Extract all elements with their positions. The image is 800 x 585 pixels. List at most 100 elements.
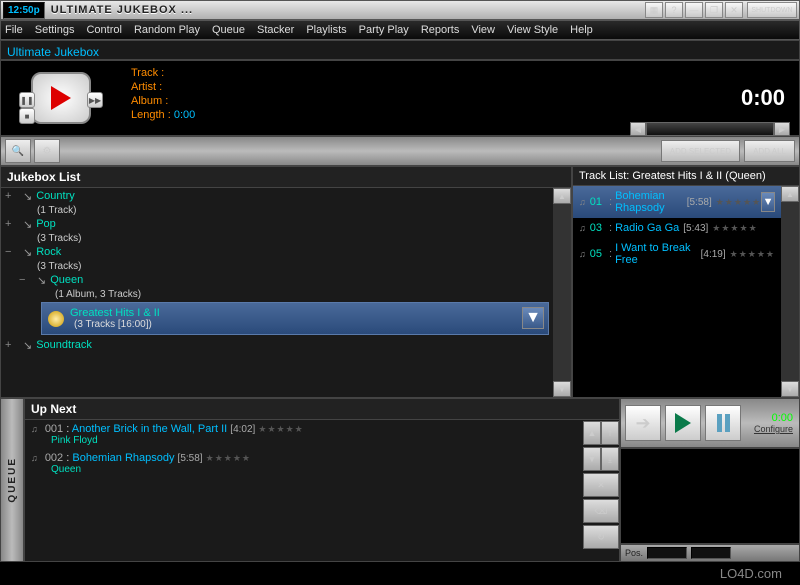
list-item[interactable]: −↘ Queen — [1, 272, 571, 289]
rating-stars[interactable]: ★★★★★ — [730, 249, 775, 260]
queue-title: Another Brick in the Wall, Part II — [72, 423, 227, 435]
queue-artist: Pink Floyd — [51, 435, 573, 446]
arrow-icon: ↘ — [23, 339, 32, 352]
album-name: Greatest Hits I & II — [70, 307, 160, 319]
queue-row[interactable]: ♫ 001 : Another Brick in the Wall, Part … — [25, 420, 579, 449]
seek-back-icon[interactable]: ◀ — [630, 122, 646, 136]
expand-icon[interactable]: + — [5, 190, 19, 202]
arrange-icon[interactable]: ▦ — [645, 2, 663, 18]
help-icon[interactable]: ? — [665, 2, 683, 18]
queue-up-icon[interactable]: ▲ — [583, 421, 601, 445]
collapse-icon[interactable]: − — [5, 246, 19, 258]
seek-forward-icon[interactable]: ▶ — [774, 122, 790, 136]
scrollbar[interactable]: ▲ ▼ — [553, 188, 571, 397]
list-item[interactable]: + ↘ Soundtrack — [1, 337, 571, 354]
menu-control[interactable]: Control — [86, 24, 121, 36]
arrow-icon: ↘ — [37, 274, 46, 287]
queue-down-icon[interactable]: ▼ — [583, 447, 601, 471]
seek-track[interactable] — [646, 122, 774, 136]
expand-icon[interactable]: + — [5, 218, 19, 230]
track-duration: [5:43] — [683, 223, 708, 234]
menu-settings[interactable]: Settings — [35, 24, 75, 36]
scroll-up-icon[interactable]: ▲ — [781, 186, 799, 202]
menu-reports[interactable]: Reports — [421, 24, 460, 36]
queue-clear-icon[interactable]: ⌫ — [583, 499, 619, 523]
queue-num: 002 — [45, 452, 63, 464]
rating-stars[interactable]: ★★★★★ — [716, 197, 761, 208]
arrow-icon: ↘ — [23, 190, 32, 203]
list-item[interactable]: +↘Pop — [1, 216, 571, 233]
track-num: 01 — [590, 196, 602, 208]
dropdown-icon[interactable]: ▼ — [522, 307, 544, 329]
length-value: 0:00 — [174, 109, 195, 121]
dropdown-icon[interactable]: ▼ — [761, 192, 775, 212]
play-icon — [675, 413, 691, 433]
rating-stars[interactable]: ★★★★★ — [258, 424, 303, 434]
scrollbar[interactable]: ▲ ▼ — [781, 186, 799, 397]
search-icon[interactable]: 🔍 — [5, 139, 31, 163]
next-button[interactable]: ▶▶ — [87, 92, 103, 108]
pause-button[interactable]: ❚❚ — [19, 92, 35, 108]
scroll-track[interactable] — [781, 202, 799, 381]
expand-icon[interactable]: + — [5, 339, 19, 351]
menu-file[interactable]: File — [5, 24, 23, 36]
up-next-panel: Up Next ♫ 001 : Another Brick in the Wal… — [24, 398, 620, 562]
track-row[interactable]: ♫ 05 : I Want to Break Free [4:19] ★★★★★ — [573, 238, 781, 270]
add-selected-button[interactable]: ADD SELECTED — [661, 140, 740, 162]
minimize-icon[interactable]: — — [685, 2, 703, 18]
app-title: ULTIMATE JUKEBOX ... — [51, 4, 643, 16]
queue-duration: [4:02] — [230, 424, 255, 435]
list-item[interactable]: −↘ Rock — [1, 244, 571, 261]
mini-play-button[interactable] — [665, 405, 701, 441]
queue-bottom-icon[interactable]: ⤓ — [601, 447, 619, 471]
menu-view[interactable]: View — [471, 24, 495, 36]
add-all-button[interactable]: ADD ALL — [744, 140, 795, 162]
queue-refresh-icon[interactable]: ↻ — [583, 525, 619, 549]
menu-party-play[interactable]: Party Play — [359, 24, 409, 36]
queue-remove-icon[interactable]: ✕ — [583, 473, 619, 497]
shutdown-button[interactable]: SHUTDOWN — [747, 2, 797, 18]
menu-view-style[interactable]: View Style — [507, 24, 558, 36]
track-row[interactable]: ♫ 01 : Bohemian Rhapsody [5:58] ★★★★★ ▼ — [573, 186, 781, 218]
menu-queue[interactable]: Queue — [212, 24, 245, 36]
skip-button[interactable]: ➔ — [625, 405, 661, 441]
play-button[interactable]: ❚❚ ■ ▶▶ — [31, 72, 91, 124]
rating-stars[interactable]: ★★★★★ — [206, 453, 251, 463]
rating-stars[interactable]: ★★★★★ — [712, 223, 757, 234]
menu-stacker[interactable]: Stacker — [257, 24, 294, 36]
menu-help[interactable]: Help — [570, 24, 593, 36]
jukebox-header: Jukebox List — [1, 167, 571, 188]
scroll-down-icon[interactable]: ▼ — [553, 381, 571, 397]
restore-icon[interactable]: ❐ — [705, 2, 723, 18]
list-sub: (3 Tracks) — [37, 233, 571, 244]
scroll-up-icon[interactable]: ▲ — [553, 188, 571, 204]
mini-pause-button[interactable] — [705, 405, 741, 441]
genre-name: Country — [36, 190, 75, 202]
artist-label: Artist : — [131, 81, 162, 93]
genre-name: Soundtrack — [36, 339, 92, 351]
track-num: 03 — [590, 222, 602, 234]
menu-playlists[interactable]: Playlists — [306, 24, 346, 36]
artist-name: Queen — [50, 274, 83, 286]
queue-row[interactable]: ♫ 002 : Bohemian Rhapsody [5:58] ★★★★★ Q… — [25, 449, 579, 478]
list-sub: (3 Tracks) — [37, 261, 571, 272]
pause-icon — [717, 414, 730, 432]
filter-icon[interactable]: ⚙ — [34, 139, 60, 163]
queue-top-icon[interactable]: ⤒ — [601, 421, 619, 445]
menu-random-play[interactable]: Random Play — [134, 24, 200, 36]
album-item[interactable]: Greatest Hits I & II (3 Tracks [16:00]) … — [41, 302, 549, 335]
queue-buttons: ▲ ⤒ ▼ ⤓ ✕ ⌫ ↻ — [583, 420, 619, 550]
stop-button[interactable]: ■ — [19, 108, 35, 124]
list-item[interactable]: + ↘ Country — [1, 188, 571, 205]
arrow-icon: ↘ — [23, 246, 32, 259]
scroll-track[interactable] — [553, 204, 571, 381]
menu-bar: File Settings Control Random Play Queue … — [0, 20, 800, 40]
bottom-right-panel: ➔ 0:00 Configure Pos. — [620, 398, 800, 562]
scroll-down-icon[interactable]: ▼ — [781, 381, 799, 397]
genre-name: Rock — [36, 246, 61, 258]
collapse-icon[interactable]: − — [19, 274, 33, 286]
configure-link[interactable]: Configure — [754, 424, 793, 434]
queue-duration: [5:58] — [178, 453, 203, 464]
track-row[interactable]: ♫ 03 : Radio Ga Ga [5:43] ★★★★★ — [573, 218, 781, 238]
close-icon[interactable]: ✕ — [725, 2, 743, 18]
